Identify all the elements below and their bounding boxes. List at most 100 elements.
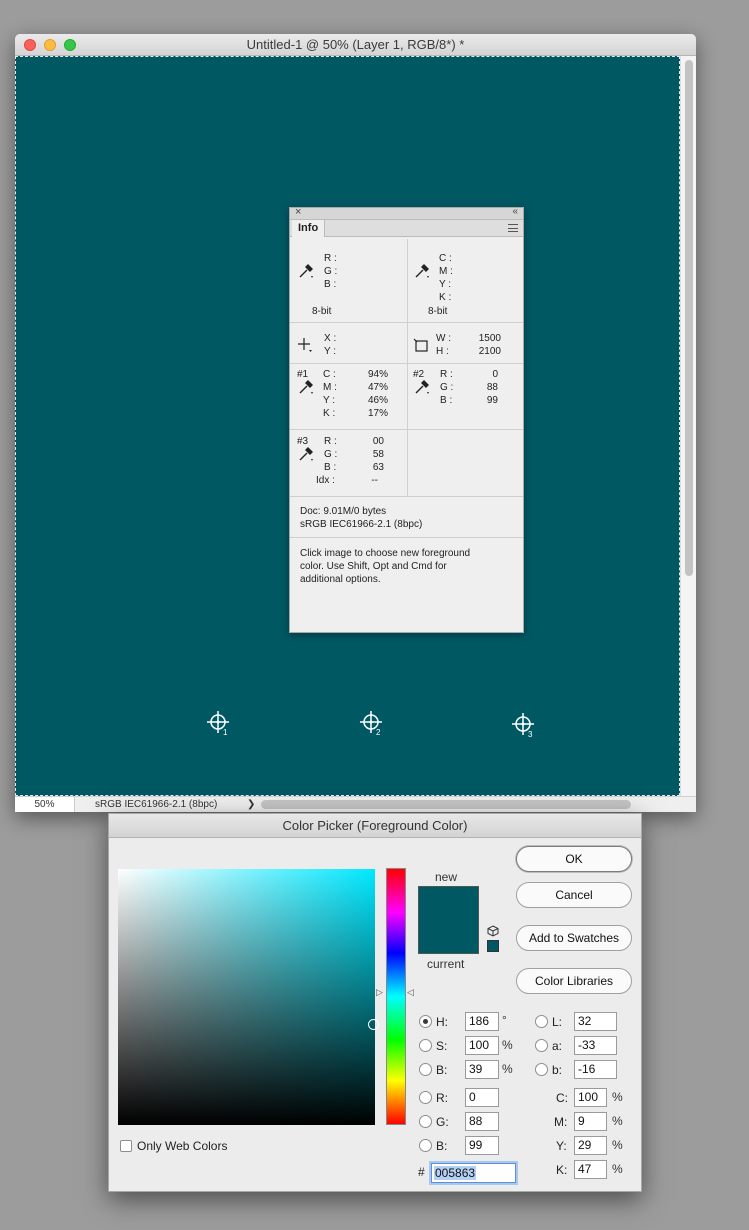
hue-slider-arrow-left-icon[interactable]: ▷ xyxy=(376,987,383,998)
magenta-label: M: xyxy=(554,1115,568,1129)
status-bar: 50% sRGB IEC61966-2.1 (8bpc) ❯ xyxy=(15,796,696,812)
new-current-swatch[interactable] xyxy=(418,886,479,954)
panel-menu-icon[interactable] xyxy=(508,224,518,232)
info-label: C : xyxy=(439,253,452,264)
minimize-window-button[interactable] xyxy=(44,39,56,51)
hue-slider-arrow-right-icon[interactable]: ◁ xyxy=(407,987,414,998)
hue-input[interactable]: 186 xyxy=(465,1012,499,1031)
close-panel-icon[interactable]: × xyxy=(295,206,301,218)
document-titlebar[interactable]: Untitled-1 @ 50% (Layer 1, RGB/8*) * xyxy=(15,34,696,56)
info-label: Y : xyxy=(439,279,452,290)
info-label: R : xyxy=(324,436,337,447)
sampler-3-value: -- xyxy=(371,475,378,486)
info-label: G : xyxy=(440,382,454,393)
hint-line: additional options. xyxy=(300,574,381,585)
magenta-input[interactable]: 9 xyxy=(574,1112,607,1131)
eyedropper-icon[interactable] xyxy=(298,263,314,279)
saturation-input[interactable]: 100 xyxy=(465,1036,499,1055)
horizontal-scroll-thumb[interactable] xyxy=(261,800,631,809)
hue-slider[interactable] xyxy=(386,868,406,1125)
radio-lightness[interactable] xyxy=(535,1015,548,1028)
sampler-number: 3 xyxy=(528,730,533,738)
lab-a-label: a: xyxy=(552,1039,563,1053)
brightness-label: B: xyxy=(436,1063,448,1077)
saturation-unit: % xyxy=(502,1038,513,1052)
readout-section: R : G : B : 8-bit C : M : Y : K : 8-bit xyxy=(290,239,523,323)
radio-saturation[interactable] xyxy=(419,1039,432,1052)
vertical-scrollbar[interactable] xyxy=(680,56,696,796)
out-of-web-gamut-cube-icon[interactable] xyxy=(487,925,499,937)
sampler-section: #3 R : G : B : Idx : 00 58 63 -- xyxy=(290,430,523,497)
color-field-marker[interactable] xyxy=(368,1019,379,1030)
color-picker-dialog: Color Picker (Foreground Color) ▷ ◁ new … xyxy=(108,813,642,1192)
position-section: X : Y : W : H : 1500 2100 xyxy=(290,323,523,364)
sampler-3-value: 63 xyxy=(372,462,384,473)
new-color-label: new xyxy=(435,870,458,884)
ok-button[interactable]: OK xyxy=(516,846,632,872)
sampler-section: #1 C : M : Y : K : 94% 47% 46% 17% #2 R … xyxy=(290,364,523,430)
vertical-scroll-thumb[interactable] xyxy=(685,60,693,576)
cancel-button[interactable]: Cancel xyxy=(516,882,632,908)
tab-info[interactable]: Info xyxy=(292,220,326,237)
current-color-label: current xyxy=(427,957,465,971)
add-to-swatches-button[interactable]: Add to Swatches xyxy=(516,925,632,951)
only-web-colors-label[interactable]: Only Web Colors xyxy=(137,1139,227,1153)
blue-input[interactable]: 99 xyxy=(465,1136,499,1155)
radio-green[interactable] xyxy=(419,1115,432,1128)
info-panel-header[interactable]: × « xyxy=(290,206,523,220)
yellow-unit: % xyxy=(612,1138,623,1152)
zoom-level-field[interactable]: 50% xyxy=(15,797,75,812)
radio-blue[interactable] xyxy=(419,1139,432,1152)
info-label: B : xyxy=(324,279,337,290)
eyedropper-icon[interactable] xyxy=(414,379,430,395)
doc-profile-text: sRGB IEC61966-2.1 (8bpc) xyxy=(300,519,423,530)
status-menu-arrow[interactable]: ❯ xyxy=(247,797,255,812)
eyedropper-icon[interactable] xyxy=(298,379,314,395)
zoom-window-button[interactable] xyxy=(64,39,76,51)
color-sampler-3-icon[interactable]: 3 xyxy=(511,712,537,738)
sampler-1-value: 94% xyxy=(367,369,388,380)
selection-size-icon xyxy=(413,338,428,352)
blue-label: B: xyxy=(436,1139,448,1153)
radio-brightness[interactable] xyxy=(419,1063,432,1076)
yellow-input[interactable]: 29 xyxy=(574,1136,607,1155)
bit-depth-label[interactable]: 8-bit xyxy=(312,306,331,317)
red-input[interactable]: 0 xyxy=(465,1088,499,1107)
color-sampler-1-icon[interactable]: 1 xyxy=(206,710,232,736)
hex-input[interactable]: 005863 xyxy=(431,1163,516,1183)
sampler-2-value: 99 xyxy=(486,395,498,406)
radio-lab-a[interactable] xyxy=(535,1039,548,1052)
black-input[interactable]: 47 xyxy=(574,1160,607,1179)
crosshair-icon[interactable] xyxy=(297,337,313,353)
info-label: G : xyxy=(324,266,338,277)
info-label: H : xyxy=(436,346,449,357)
cyan-input[interactable]: 100 xyxy=(574,1088,607,1107)
color-libraries-button[interactable]: Color Libraries xyxy=(516,968,632,994)
close-window-button[interactable] xyxy=(24,39,36,51)
bit-depth-label[interactable]: 8-bit xyxy=(428,306,447,317)
brightness-input[interactable]: 39 xyxy=(465,1060,499,1079)
info-label: Idx : xyxy=(316,475,335,486)
eyedropper-icon[interactable] xyxy=(298,446,314,462)
lab-l-input[interactable]: 32 xyxy=(574,1012,617,1031)
radio-lab-b[interactable] xyxy=(535,1063,548,1076)
color-sampler-2-icon[interactable]: 2 xyxy=(359,710,385,736)
eyedropper-icon[interactable] xyxy=(414,263,430,279)
collapse-panel-icon[interactable]: « xyxy=(512,206,518,217)
web-safe-color-swatch[interactable] xyxy=(487,940,499,952)
status-profile-text: sRGB IEC61966-2.1 (8bpc) xyxy=(95,799,218,810)
info-label: M : xyxy=(439,266,453,277)
lab-a-input[interactable]: -33 xyxy=(574,1036,617,1055)
lab-b-input[interactable]: -16 xyxy=(574,1060,617,1079)
green-label: G: xyxy=(436,1115,449,1129)
hex-label: # xyxy=(418,1165,425,1179)
saturation-brightness-field[interactable] xyxy=(118,869,375,1125)
green-input[interactable]: 88 xyxy=(465,1112,499,1131)
only-web-colors-checkbox[interactable] xyxy=(120,1140,132,1152)
sampler-2-value: 88 xyxy=(486,382,498,393)
document-title: Untitled-1 @ 50% (Layer 1, RGB/8*) * xyxy=(246,37,465,52)
info-label: W : xyxy=(436,333,451,344)
info-label: G : xyxy=(324,449,338,460)
radio-red[interactable] xyxy=(419,1091,432,1104)
radio-hue[interactable] xyxy=(419,1015,432,1028)
